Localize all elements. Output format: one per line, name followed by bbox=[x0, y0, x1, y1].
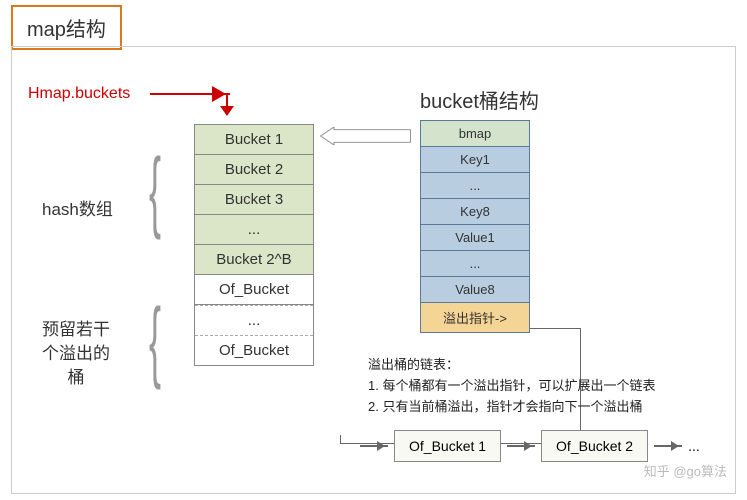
overflow-bucket-cell: Of_Bucket bbox=[195, 275, 313, 305]
watermark: 知乎 @go算法 bbox=[644, 461, 727, 480]
text: 桶 bbox=[68, 368, 85, 387]
text-title: 溢出桶的链表： bbox=[368, 355, 655, 376]
text: 预留若干 bbox=[42, 320, 110, 339]
connector-line bbox=[340, 435, 341, 443]
bucket-cell: Bucket 2^B bbox=[195, 245, 313, 275]
bmap-key-cell: Key1 bbox=[420, 146, 530, 173]
arrow-icon bbox=[360, 445, 388, 447]
bmap-value-cell: Value8 bbox=[420, 276, 530, 303]
bucket-cell: Bucket 2 bbox=[195, 155, 313, 185]
diagram-title: map结构 bbox=[11, 5, 122, 50]
bucket-cell-dots: ... bbox=[195, 215, 313, 245]
hash-array-label: hash数组 bbox=[42, 195, 113, 220]
bucket-struct-title: bucket桶结构 bbox=[420, 85, 539, 114]
chain-bucket-box: Of_Bucket 1 bbox=[394, 430, 501, 462]
brace-icon: { bbox=[149, 290, 161, 393]
bucket-cell: Bucket 3 bbox=[195, 185, 313, 215]
hollow-arrow-icon bbox=[318, 127, 413, 145]
bmap-dots: ... bbox=[420, 250, 530, 277]
text-line: 2. 只有当前桶溢出，指针才会指向下一个溢出桶 bbox=[368, 397, 655, 418]
red-arrow-down bbox=[226, 95, 228, 115]
bucket-cell: Bucket 1 bbox=[195, 125, 313, 155]
text-line: 1. 每个桶都有一个溢出指针，可以扩展出一个链表 bbox=[368, 376, 655, 397]
bmap-dots: ... bbox=[420, 172, 530, 199]
brace-icon: { bbox=[149, 140, 161, 243]
arrow-icon bbox=[654, 445, 682, 447]
overflow-chain-description: 溢出桶的链表： 1. 每个桶都有一个溢出指针，可以扩展出一个链表 2. 只有当前… bbox=[368, 355, 655, 417]
bmap-header: bmap bbox=[420, 120, 530, 147]
text: 个溢出的 bbox=[42, 344, 110, 363]
overflow-bucket-cell: Of_Bucket bbox=[195, 336, 313, 365]
chain-tail-dots: ... bbox=[688, 438, 700, 454]
bucket-array-column: Bucket 1 Bucket 2 Bucket 3 ... Bucket 2^… bbox=[194, 124, 314, 366]
overflow-bucket-dots: ... bbox=[195, 305, 313, 336]
connector-line bbox=[530, 328, 580, 329]
bmap-struct-column: bmap Key1 ... Key8 Value1 ... Value8 溢出指… bbox=[420, 120, 530, 332]
arrow-icon bbox=[507, 445, 535, 447]
bmap-overflow-pointer: 溢出指针-> bbox=[420, 302, 530, 333]
reserve-overflow-label: 预留若干 个溢出的 桶 bbox=[42, 318, 110, 389]
overflow-chain-row: Of_Bucket 1 Of_Bucket 2 ... bbox=[360, 430, 700, 462]
bmap-key-cell: Key8 bbox=[420, 198, 530, 225]
bmap-value-cell: Value1 bbox=[420, 224, 530, 251]
red-arrow-horizontal bbox=[150, 93, 230, 95]
hmap-buckets-label: Hmap.buckets bbox=[28, 85, 130, 103]
main-frame bbox=[11, 46, 736, 494]
chain-bucket-box: Of_Bucket 2 bbox=[541, 430, 648, 462]
